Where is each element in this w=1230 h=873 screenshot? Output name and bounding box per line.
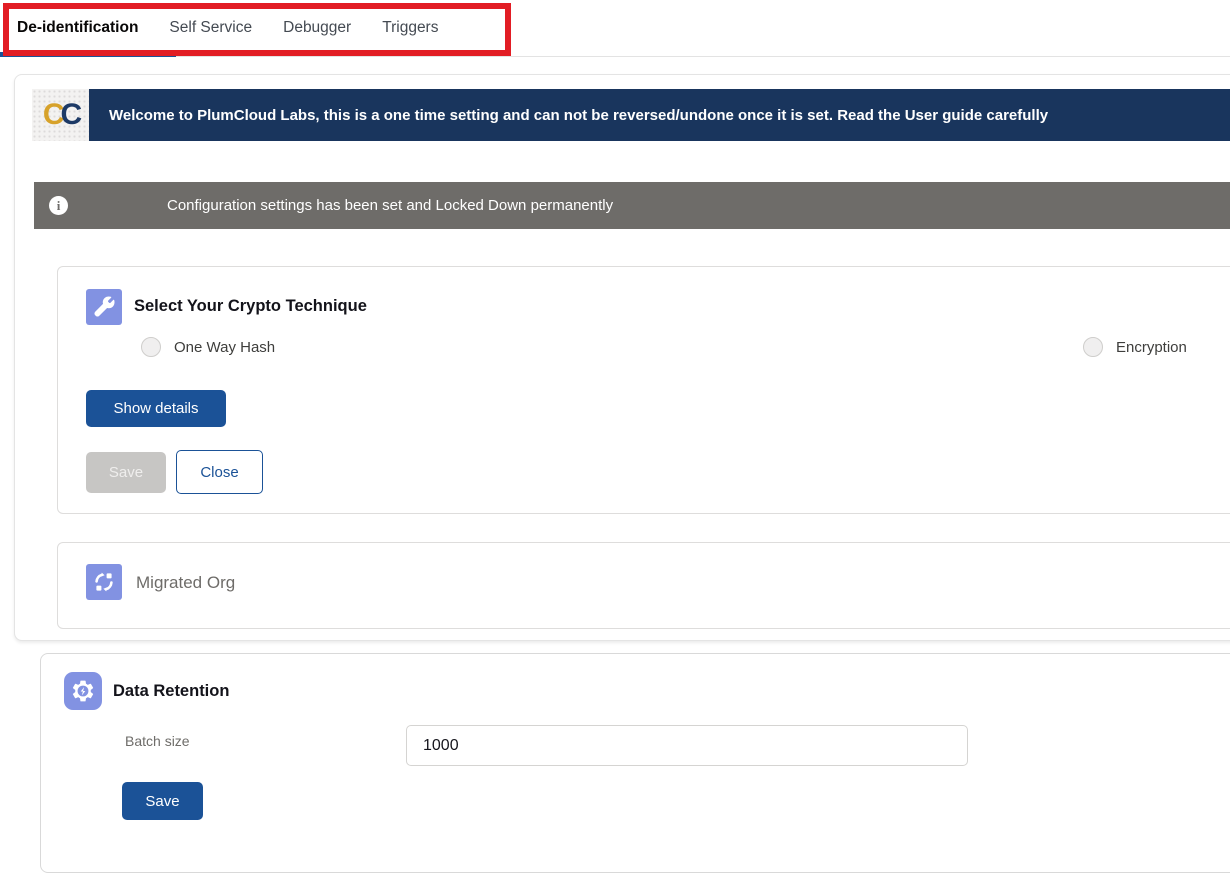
- radio-one-way-hash[interactable]: One Way Hash: [141, 337, 275, 357]
- crypto-card-title: Select Your Crypto Technique: [134, 297, 367, 316]
- tab-de-identification[interactable]: De-identification: [17, 19, 138, 37]
- gear-bolt-icon: [64, 672, 102, 710]
- migrated-org-title: Migrated Org: [136, 573, 235, 593]
- welcome-banner-body: Welcome to PlumCloud Labs, this is a one…: [89, 89, 1230, 141]
- logo-letter-1: C: [43, 98, 61, 132]
- show-details-button[interactable]: Show details: [86, 390, 226, 427]
- settings-panel: C C Welcome to PlumCloud Labs, this is a…: [14, 74, 1230, 641]
- radio-label-encryption: Encryption: [1116, 339, 1187, 356]
- data-retention-card: Data Retention Batch size Save: [40, 653, 1230, 873]
- tab-triggers[interactable]: Triggers: [382, 19, 438, 37]
- close-button[interactable]: Close: [176, 450, 263, 494]
- batch-size-label: Batch size: [125, 733, 190, 749]
- locked-notice-text: Configuration settings has been set and …: [167, 197, 613, 214]
- radio-circle-encryption[interactable]: [1083, 337, 1103, 357]
- crypto-save-button[interactable]: Save: [86, 452, 166, 493]
- data-retention-title: Data Retention: [113, 682, 229, 701]
- welcome-banner: C C Welcome to PlumCloud Labs, this is a…: [32, 89, 1230, 141]
- tab-bar: De-identification Self Service Debugger …: [0, 0, 1230, 57]
- logo-letter-2: C: [61, 98, 79, 132]
- radio-encryption[interactable]: Encryption: [1083, 337, 1187, 357]
- welcome-message: Welcome to PlumCloud Labs, this is a one…: [109, 107, 1048, 124]
- radio-circle-one-way-hash[interactable]: [141, 337, 161, 357]
- migrated-org-card: Migrated Org: [57, 542, 1230, 629]
- sync-icon: [86, 564, 122, 600]
- info-icon: i: [49, 196, 68, 215]
- batch-size-input[interactable]: [406, 725, 968, 766]
- retention-save-button[interactable]: Save: [122, 782, 203, 820]
- wrench-icon: [86, 289, 122, 325]
- tab-self-service[interactable]: Self Service: [169, 19, 252, 37]
- active-tab-underline: [0, 52, 176, 57]
- locked-notice-bar: i Configuration settings has been set an…: [34, 182, 1230, 229]
- crypto-technique-card: Select Your Crypto Technique One Way Has…: [57, 266, 1230, 514]
- radio-label-one-way-hash: One Way Hash: [174, 339, 275, 356]
- tab-debugger[interactable]: Debugger: [283, 19, 351, 37]
- plumcloud-logo: C C: [32, 89, 89, 141]
